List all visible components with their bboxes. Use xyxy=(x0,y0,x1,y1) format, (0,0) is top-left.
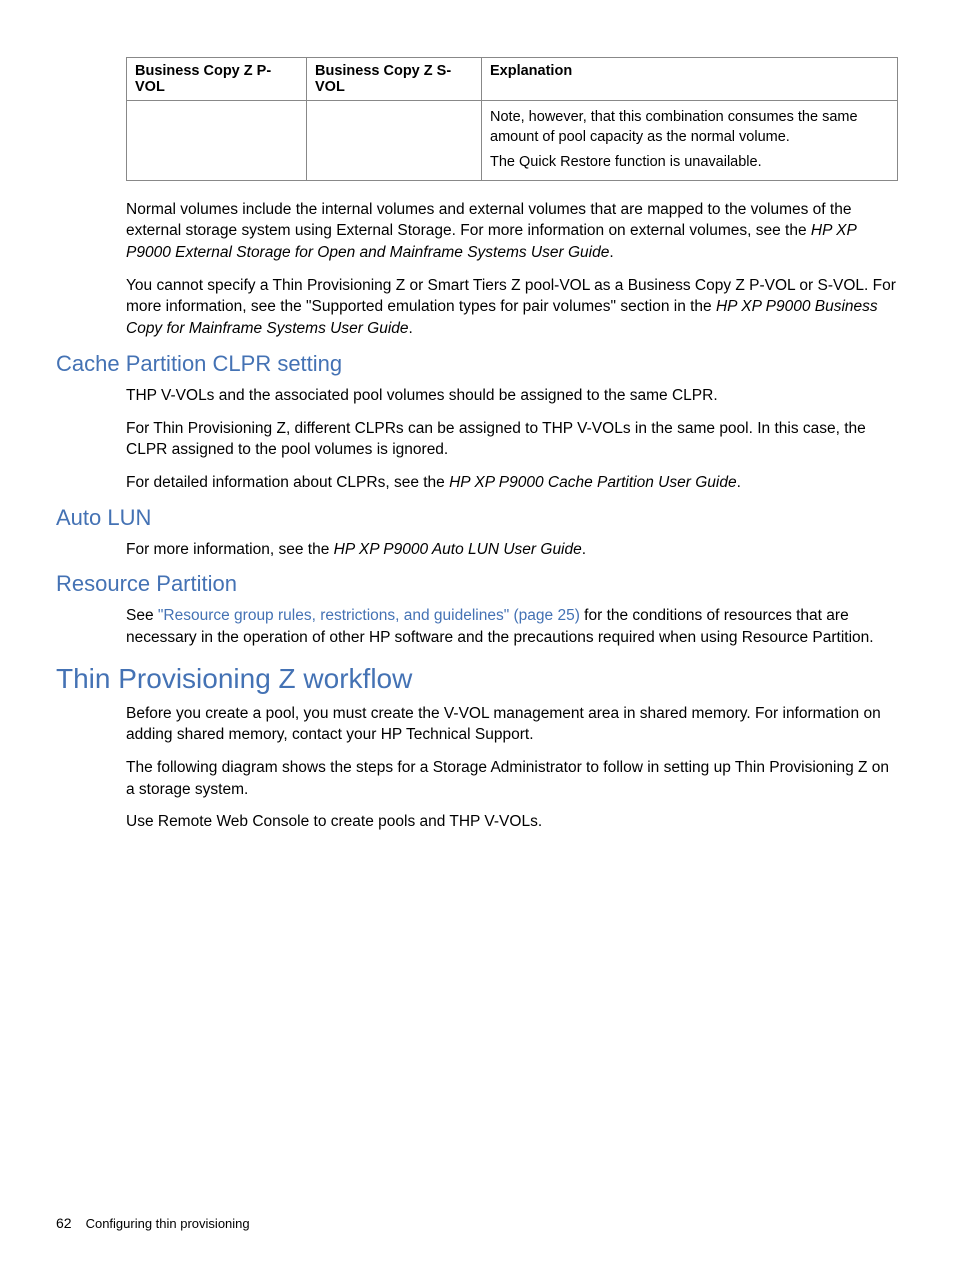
heading-cache-partition: Cache Partition CLPR setting xyxy=(56,351,898,377)
workflow-para2: The following diagram shows the steps fo… xyxy=(126,757,898,800)
table-header-svol: Business Copy Z S-VOL xyxy=(307,58,482,101)
page-number: 62 xyxy=(56,1215,72,1231)
cell-explanation: Note, however, that this combination con… xyxy=(482,101,898,181)
cache-para3: For detailed information about CLPRs, se… xyxy=(126,472,898,494)
footer-title: Configuring thin provisioning xyxy=(86,1216,250,1231)
workflow-para3: Use Remote Web Console to create pools a… xyxy=(126,811,898,833)
cache-para2: For Thin Provisioning Z, different CLPRs… xyxy=(126,418,898,461)
cache-para1: THP V-VOLs and the associated pool volum… xyxy=(126,385,898,407)
guide-ref-auto-lun: HP XP P9000 Auto LUN User Guide xyxy=(334,541,582,558)
para-cannot-specify: You cannot specify a Thin Provisioning Z… xyxy=(126,275,898,340)
table-row: Note, however, that this combination con… xyxy=(127,101,898,181)
cell-pvol xyxy=(127,101,307,181)
link-resource-group-rules[interactable]: "Resource group rules, restrictions, and… xyxy=(158,607,580,624)
auto-lun-para1: For more information, see the HP XP P900… xyxy=(126,539,898,561)
compatibility-table: Business Copy Z P-VOL Business Copy Z S-… xyxy=(126,57,898,181)
para-normal-volumes: Normal volumes include the internal volu… xyxy=(126,199,898,264)
table-header-explanation: Explanation xyxy=(482,58,898,101)
heading-auto-lun: Auto LUN xyxy=(56,505,898,531)
page-footer: 62 Configuring thin provisioning xyxy=(56,1195,898,1231)
heading-resource-partition: Resource Partition xyxy=(56,571,898,597)
explanation-note: Note, however, that this combination con… xyxy=(490,108,889,147)
resource-para1: See "Resource group rules, restrictions,… xyxy=(126,605,898,648)
cell-svol xyxy=(307,101,482,181)
explanation-restore: The Quick Restore function is unavailabl… xyxy=(490,153,889,173)
guide-ref-cache-partition: HP XP P9000 Cache Partition User Guide xyxy=(449,474,736,491)
table-header-pvol: Business Copy Z P-VOL xyxy=(127,58,307,101)
workflow-para1: Before you create a pool, you must creat… xyxy=(126,703,898,746)
heading-workflow: Thin Provisioning Z workflow xyxy=(56,663,898,695)
